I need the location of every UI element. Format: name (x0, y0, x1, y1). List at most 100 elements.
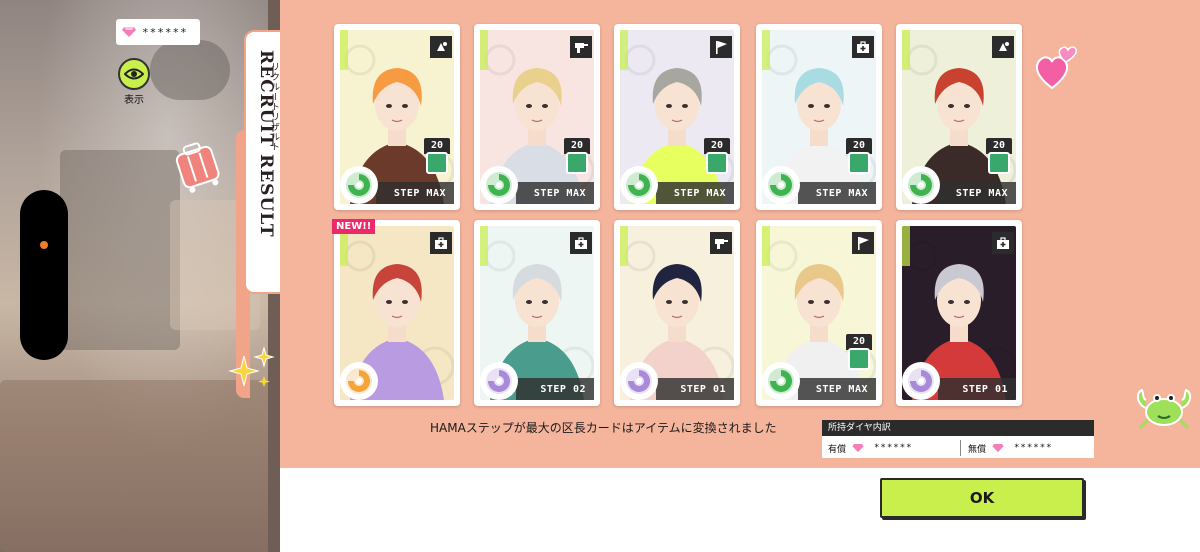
green-attribute-icon (626, 172, 652, 198)
tab-subtitle: リクルートリザルト (269, 62, 279, 152)
item-icon (566, 152, 588, 174)
step-label: STEP MAX (376, 182, 454, 204)
tab-body: RECRUIT RESULT リクルートリザルト (244, 30, 280, 294)
medkit-icon (575, 237, 587, 249)
ok-button[interactable]: OK (880, 478, 1084, 518)
card-type-badge (710, 36, 732, 58)
step-label: STEP MAX (938, 182, 1016, 204)
crab-icon (1136, 388, 1192, 430)
attribute-badge (762, 362, 800, 400)
rarity-stripe (480, 226, 488, 266)
recruit-card[interactable]: STEP 01 (896, 220, 1022, 406)
card-type-badge (992, 232, 1014, 254)
recruit-card[interactable]: NEW!! (332, 219, 460, 406)
card-type-badge (710, 232, 732, 254)
step-label: STEP 01 (656, 378, 734, 400)
card-type-badge (430, 36, 452, 58)
diamond-breakdown: 所持ダイヤ内訳 有償 ****** 無償 ****** (822, 420, 1094, 458)
paid-label: 有償 (828, 444, 847, 455)
purple-attribute-icon (626, 368, 652, 394)
purple-attribute-icon (486, 368, 512, 394)
rarity-stripe (902, 30, 910, 70)
level-badge: 20 (986, 138, 1012, 182)
card-type-badge (570, 36, 592, 58)
attribute-badge (480, 362, 518, 400)
attribute-badge (340, 166, 378, 204)
divider (960, 440, 961, 456)
green-attribute-icon (768, 172, 794, 198)
step-label: STEP 02 (516, 378, 594, 400)
level-badge: 20 (564, 138, 590, 182)
step-label: STEP MAX (798, 378, 876, 400)
attribute-badge (620, 362, 658, 400)
card-type-badge (852, 36, 874, 58)
suitcase-icon (175, 142, 220, 193)
side-slider[interactable] (20, 190, 68, 360)
background-floor (0, 380, 280, 552)
level-badge: 20 (846, 334, 872, 378)
orange-attribute-icon (346, 368, 372, 394)
rarity-stripe (340, 30, 348, 70)
item-icon (848, 152, 870, 174)
rarity-stripe (762, 226, 770, 266)
background-shelf (60, 150, 180, 350)
step-label: STEP MAX (516, 182, 594, 204)
recruit-card[interactable]: 20 STEP MAX (614, 24, 740, 210)
rarity-stripe (902, 226, 910, 266)
slider-indicator[interactable] (40, 241, 48, 249)
item-icon (988, 152, 1010, 174)
sparkle-icon (228, 346, 275, 387)
attribute-badge (340, 362, 378, 400)
diamond-icon (852, 444, 864, 452)
recruit-card[interactable]: 20 STEP MAX (756, 220, 882, 406)
diamond-counter: ****** (116, 19, 200, 45)
free-label: 無償 (968, 444, 987, 455)
paid-value: ****** (874, 443, 913, 453)
green-attribute-icon (486, 172, 512, 198)
attribute-badge (620, 166, 658, 204)
recruit-card[interactable]: 20 STEP MAX (334, 24, 460, 210)
recruit-card[interactable]: 20 STEP MAX (474, 24, 600, 210)
eye-icon (124, 68, 144, 80)
card-type-badge (570, 232, 592, 254)
step-label: STEP MAX (798, 182, 876, 204)
flag-icon (716, 41, 727, 54)
drill-icon (575, 43, 588, 53)
attribute-badge (902, 166, 940, 204)
drill-icon (715, 239, 728, 249)
rarity-stripe (620, 30, 628, 70)
hearts-icon (1035, 46, 1078, 90)
background-lamp (150, 40, 230, 100)
recruit-card[interactable]: 20 STEP MAX (896, 24, 1022, 210)
medkit-icon (857, 41, 869, 53)
rarity-stripe (620, 226, 628, 266)
free-diamonds: 無償 ****** (968, 438, 1053, 458)
diamond-icon (992, 444, 1004, 452)
rarity-stripe (762, 30, 770, 70)
card-type-badge (430, 232, 452, 254)
item-icon (848, 348, 870, 370)
star-swap-icon (999, 42, 1009, 51)
star-swap-icon (437, 42, 447, 51)
attribute-badge (480, 166, 518, 204)
medkit-icon (435, 237, 447, 249)
level-badge: 20 (846, 138, 872, 182)
rarity-stripe (480, 30, 488, 70)
medkit-icon (997, 237, 1009, 249)
recruit-card[interactable]: STEP 02 (474, 220, 600, 406)
card-type-badge (992, 36, 1014, 58)
new-badge: NEW!! (332, 219, 376, 234)
display-toggle-button[interactable]: 表示 (116, 58, 152, 106)
recruit-card[interactable]: STEP 01 (614, 220, 740, 406)
recruit-card[interactable]: 20 STEP MAX (756, 24, 882, 210)
card-type-badge (852, 232, 874, 254)
level-badge: 20 (424, 138, 450, 182)
purple-attribute-icon (908, 368, 934, 394)
green-attribute-icon (346, 172, 372, 198)
step-label: STEP 01 (938, 378, 1016, 400)
attribute-badge (762, 166, 800, 204)
attribute-badge (902, 362, 940, 400)
green-attribute-icon (908, 172, 934, 198)
diamond-count: ****** (142, 25, 188, 39)
item-icon (426, 152, 448, 174)
